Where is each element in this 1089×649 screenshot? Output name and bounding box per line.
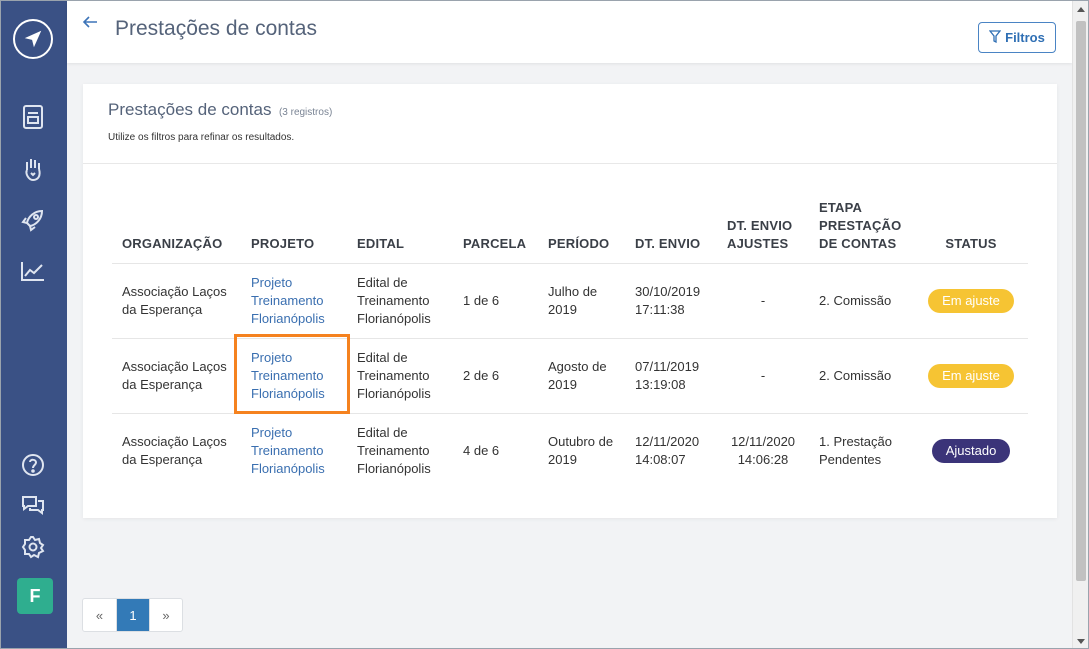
column-header-dt-envio[interactable]: DT. ENVIO <box>625 199 717 264</box>
cell-status: Em ajuste <box>914 338 1028 414</box>
cell-dt-envio-ajustes: 12/11/2020 14:06:28 <box>717 413 809 489</box>
cell-dt-envio: 30/10/2019 17:11:38 <box>625 263 717 339</box>
cell-status: Ajustado <box>914 413 1028 489</box>
status-badge: Ajustado <box>931 439 1011 464</box>
document-icon[interactable] <box>19 103 47 131</box>
page-title: Prestações de contas <box>115 17 317 40</box>
project-link[interactable]: Projeto Treinamento Florianópolis <box>241 413 347 489</box>
help-icon[interactable] <box>19 451 47 479</box>
table-row[interactable]: Associação Laços da Esperança Projeto Tr… <box>112 413 1028 489</box>
column-header-projeto[interactable]: PROJETO <box>241 199 347 264</box>
chat-icon[interactable] <box>19 491 47 519</box>
top-bar: Prestações de contas Filtros <box>67 1 1072 63</box>
pagination: « 1 » <box>82 598 183 632</box>
avatar[interactable]: F <box>17 578 53 614</box>
rocket-icon[interactable] <box>19 206 47 234</box>
cell-parcela: 4 de 6 <box>453 413 538 489</box>
cell-organizacao: Associação Laços da Esperança <box>112 263 241 339</box>
cell-dt-envio-ajustes: - <box>717 263 809 339</box>
scrollbar-thumb[interactable] <box>1076 21 1086 581</box>
column-header-dt-envio-ajustes[interactable]: DT. ENVIO AJUSTES <box>717 199 809 264</box>
cell-periodo: Outubro de 2019 <box>538 413 625 489</box>
results-card: Prestações de contas (3 registros) Utili… <box>83 84 1057 518</box>
app-window: F Prestações de contas Filtros Prestaçõe… <box>0 0 1089 649</box>
filters-button[interactable]: Filtros <box>978 22 1056 53</box>
card-title: Prestações de contas <box>108 100 272 119</box>
vertical-scrollbar[interactable] <box>1072 1 1088 648</box>
status-badge: Em ajuste <box>928 289 1014 313</box>
cell-periodo: Agosto de 2019 <box>538 338 625 414</box>
column-header-status[interactable]: STATUS <box>914 199 1028 264</box>
cell-dt-envio: 12/11/2020 14:08:07 <box>625 413 717 489</box>
cell-etapa: 2. Comissão <box>809 338 914 414</box>
table-row[interactable]: Associação Laços da Esperança Projeto Tr… <box>112 263 1028 339</box>
cell-parcela: 2 de 6 <box>453 338 538 414</box>
cell-etapa: 2. Comissão <box>809 263 914 339</box>
scroll-up-icon[interactable] <box>1077 7 1085 12</box>
column-header-parcela[interactable]: PARCELA <box>453 199 538 264</box>
filter-icon <box>988 29 1002 46</box>
column-header-etapa[interactable]: ETAPA PRESTAÇÃO DE CONTAS <box>809 199 914 264</box>
pagination-page-1[interactable]: 1 <box>116 599 149 631</box>
card-header: Prestações de contas (3 registros) Utili… <box>83 84 1057 164</box>
column-header-edital[interactable]: EDITAL <box>347 199 453 264</box>
record-count: (3 registros) <box>278 107 333 118</box>
hand-heart-icon[interactable] <box>19 155 47 183</box>
results-table: ORGANIZAÇÃO PROJETO EDITAL PARCELA PERÍO… <box>112 199 1028 489</box>
column-header-organizacao[interactable]: ORGANIZAÇÃO <box>112 199 241 264</box>
cell-dt-envio-ajustes: - <box>717 338 809 414</box>
table-header-row: ORGANIZAÇÃO PROJETO EDITAL PARCELA PERÍO… <box>112 199 1028 264</box>
card-subtitle: Utilize os filtros para refinar os resul… <box>108 132 295 143</box>
pagination-prev[interactable]: « <box>83 599 116 631</box>
cell-organizacao: Associação Laços da Esperança <box>112 338 241 414</box>
arrow-left-icon[interactable] <box>81 13 99 36</box>
status-badge: Em ajuste <box>928 364 1014 388</box>
cell-organizacao: Associação Laços da Esperança <box>112 413 241 489</box>
cell-periodo: Julho de 2019 <box>538 263 625 339</box>
project-link[interactable]: Projeto Treinamento Florianópolis <box>241 263 347 339</box>
cell-edital: Edital de Treinamento Florianópolis <box>347 338 453 414</box>
cell-parcela: 1 de 6 <box>453 263 538 339</box>
cell-dt-envio: 07/11/2019 13:19:08 <box>625 338 717 414</box>
project-link[interactable]: Projeto Treinamento Florianópolis <box>241 338 347 414</box>
filters-label: Filtros <box>1005 30 1045 45</box>
compass-logo-icon[interactable] <box>13 19 53 59</box>
table-row[interactable]: Associação Laços da Esperança Projeto Tr… <box>112 338 1028 414</box>
cell-etapa: 1. Prestação Pendentes <box>809 413 914 489</box>
chart-icon[interactable] <box>19 257 47 285</box>
column-header-periodo[interactable]: PERÍODO <box>538 199 625 264</box>
cell-edital: Edital de Treinamento Florianópolis <box>347 263 453 339</box>
cell-edital: Edital de Treinamento Florianópolis <box>347 413 453 489</box>
cell-status: Em ajuste <box>914 263 1028 339</box>
pagination-next[interactable]: » <box>149 599 182 631</box>
sidebar: F <box>1 1 67 648</box>
gear-icon[interactable] <box>19 533 47 561</box>
scroll-down-icon[interactable] <box>1077 639 1085 644</box>
